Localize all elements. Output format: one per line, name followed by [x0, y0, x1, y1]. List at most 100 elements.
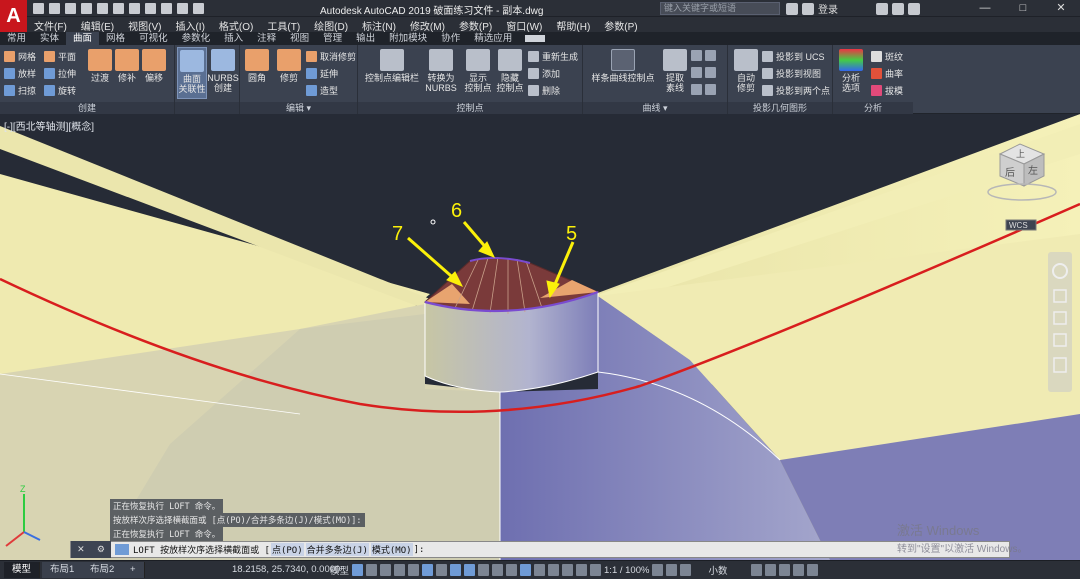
project-ucs-button[interactable]: 投影到 UCS: [762, 50, 825, 63]
add-cv-button[interactable]: 添加: [528, 67, 560, 80]
menu-params[interactable]: 参数(P): [597, 17, 644, 33]
tab-layout1[interactable]: 布局1: [42, 562, 84, 578]
annotation-scale[interactable]: 1:1 / 100%: [604, 565, 649, 576]
minimize-button[interactable]: —: [966, 0, 1004, 17]
show-cv-button[interactable]: 显示 控制点: [464, 49, 492, 93]
trim-button[interactable]: 修剪: [276, 49, 302, 83]
sculpt-button[interactable]: 造型: [306, 84, 338, 97]
menu-format[interactable]: 格式(O): [212, 17, 260, 33]
plus-icon[interactable]: [666, 564, 678, 576]
close-button[interactable]: ✕: [1042, 0, 1080, 17]
tab-collaborate[interactable]: 协作: [434, 32, 467, 45]
dynamic-input-icon[interactable]: [394, 564, 406, 576]
navigation-bar[interactable]: [1048, 252, 1072, 392]
command-line[interactable]: ✕ ⚙ LOFT 按放样次序选择横截面或 [ 点(PO) 合并多条边(J) 模式…: [70, 541, 1010, 558]
nurbs-create-button[interactable]: NURBS 创建: [207, 49, 239, 93]
menu-dimension[interactable]: 标注(N): [355, 17, 403, 33]
binoculars-icon[interactable]: [786, 2, 798, 15]
spline-cv-button[interactable]: 样条曲线控制点: [589, 49, 657, 83]
tab-addins[interactable]: 附加模块: [382, 32, 434, 45]
tab-annotate[interactable]: 注释: [250, 32, 283, 45]
clean-screen-icon[interactable]: [793, 564, 805, 576]
tab-visualize[interactable]: 可视化: [132, 32, 175, 45]
customize-icon[interactable]: [807, 564, 819, 576]
menu-modify[interactable]: 修改(M): [403, 17, 452, 33]
print-icon[interactable]: [97, 3, 108, 14]
hardware-accel-icon[interactable]: [779, 564, 791, 576]
project-two-points-button[interactable]: 投影到两个点: [762, 84, 830, 97]
help-icon[interactable]: [908, 2, 920, 15]
hide-cv-button[interactable]: 隐藏 控制点: [496, 49, 524, 93]
viewcube-left-label[interactable]: 后: [1005, 167, 1015, 179]
polar-icon[interactable]: [422, 564, 434, 576]
loft-button[interactable]: 放样: [4, 67, 36, 80]
undo-icon[interactable]: [145, 3, 156, 14]
analysis-options-button[interactable]: 分析 选项: [837, 49, 865, 93]
cv-edit-bar-button[interactable]: 控制点编辑栏: [364, 49, 420, 83]
units-dropdown[interactable]: 小数: [708, 563, 748, 577]
quick-properties-icon[interactable]: [751, 564, 763, 576]
curve-tools-3[interactable]: [691, 84, 719, 95]
user-icon[interactable]: [802, 2, 814, 15]
otrack-icon[interactable]: [450, 564, 462, 576]
ortho-icon[interactable]: [408, 564, 420, 576]
extract-isolines-button[interactable]: 提取 素线: [661, 49, 689, 93]
blend-button[interactable]: 过渡: [88, 49, 112, 83]
revolve-button[interactable]: 旋转: [44, 84, 76, 97]
associativity-button[interactable]: 曲面 关联性: [177, 47, 207, 99]
transparency-icon[interactable]: [492, 564, 504, 576]
new-icon[interactable]: [33, 3, 44, 14]
command-icon[interactable]: [115, 544, 129, 555]
workspace-gear-icon[interactable]: [652, 564, 664, 576]
option-mode[interactable]: 模式(MO): [370, 543, 413, 556]
exchange-icon[interactable]: [892, 2, 904, 15]
project-view-button[interactable]: 投影到视图: [762, 67, 821, 80]
auto-trim-button[interactable]: 自动 修剪: [732, 49, 760, 93]
mesh-button[interactable]: 网格: [4, 50, 36, 63]
filter-icon[interactable]: [548, 564, 560, 576]
tab-insert[interactable]: 插入: [217, 32, 250, 45]
tab-parametric[interactable]: 参数化: [175, 32, 218, 45]
3d-osnap-icon[interactable]: [520, 564, 532, 576]
tab-home[interactable]: 常用: [0, 32, 33, 45]
model-scene[interactable]: 7 6 5 上 后 左 WCS Z: [0, 114, 1080, 560]
add-layout-button[interactable]: +: [122, 562, 145, 578]
menu-view[interactable]: 视图(V): [121, 17, 168, 33]
tab-layout2[interactable]: 布局2: [82, 562, 124, 578]
menu-edit[interactable]: 编辑(E): [74, 17, 121, 33]
menu-parametric[interactable]: 参数(P): [452, 17, 499, 33]
viewcube-top-label[interactable]: 上: [1016, 149, 1025, 159]
isodraft-icon[interactable]: [436, 564, 448, 576]
app-logo[interactable]: A: [0, 0, 27, 32]
plot-icon[interactable]: [129, 3, 140, 14]
maximize-button[interactable]: □: [1004, 0, 1042, 17]
lineweight-icon[interactable]: [478, 564, 490, 576]
untrim-button[interactable]: 取消修剪: [306, 50, 356, 63]
redo-icon[interactable]: [161, 3, 172, 14]
menu-file[interactable]: 文件(F): [27, 17, 74, 33]
tab-featured[interactable]: 精选应用: [467, 32, 519, 45]
rebuild-button[interactable]: 重新生成: [528, 50, 578, 63]
option-join-edges[interactable]: 合并多条边(J): [305, 543, 369, 556]
login-link[interactable]: 登录: [818, 1, 838, 16]
sweep-button[interactable]: 扫掠: [4, 84, 36, 97]
extend-button[interactable]: 延伸: [306, 67, 338, 80]
remove-cv-button[interactable]: 删除: [528, 84, 560, 97]
curvature-button[interactable]: 曲率: [871, 67, 903, 80]
close-icon[interactable]: ✕: [77, 544, 85, 555]
curve-tools-1[interactable]: [691, 50, 719, 61]
zebra-button[interactable]: 斑纹: [871, 50, 903, 63]
tab-manage[interactable]: 管理: [316, 32, 349, 45]
viewcube-right-label[interactable]: 左: [1028, 164, 1038, 177]
menu-insert[interactable]: 插入(I): [168, 17, 211, 33]
lock-ui-icon[interactable]: [765, 564, 777, 576]
saveas-icon[interactable]: [81, 3, 92, 14]
wrench-icon[interactable]: ⚙: [97, 544, 105, 555]
tab-view[interactable]: 视图: [283, 32, 316, 45]
annotation-visibility-icon[interactable]: [576, 564, 588, 576]
gizmo-icon[interactable]: [562, 564, 574, 576]
cart-icon[interactable]: [876, 2, 888, 15]
tab-model[interactable]: 模型: [4, 562, 41, 578]
infer-icon[interactable]: [380, 564, 392, 576]
open-icon[interactable]: [49, 3, 60, 14]
